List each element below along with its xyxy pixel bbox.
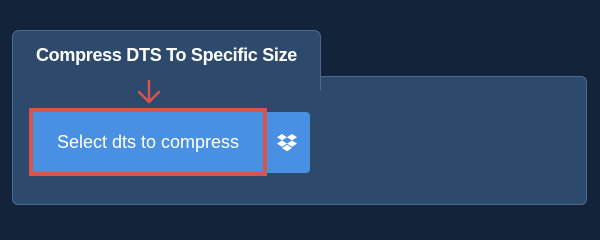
tool-tab: Compress DTS To Specific Size [12, 30, 321, 90]
select-file-button[interactable]: Select dts to compress [33, 112, 263, 172]
compress-tool: Compress DTS To Specific Size Select dts… [0, 0, 600, 230]
arrow-down-icon [137, 79, 161, 104]
dropbox-icon [276, 133, 297, 151]
dropbox-button[interactable] [263, 112, 310, 173]
tab-title: Compress DTS To Specific Size [35, 45, 298, 65]
tab-panel-joint [13, 75, 320, 79]
